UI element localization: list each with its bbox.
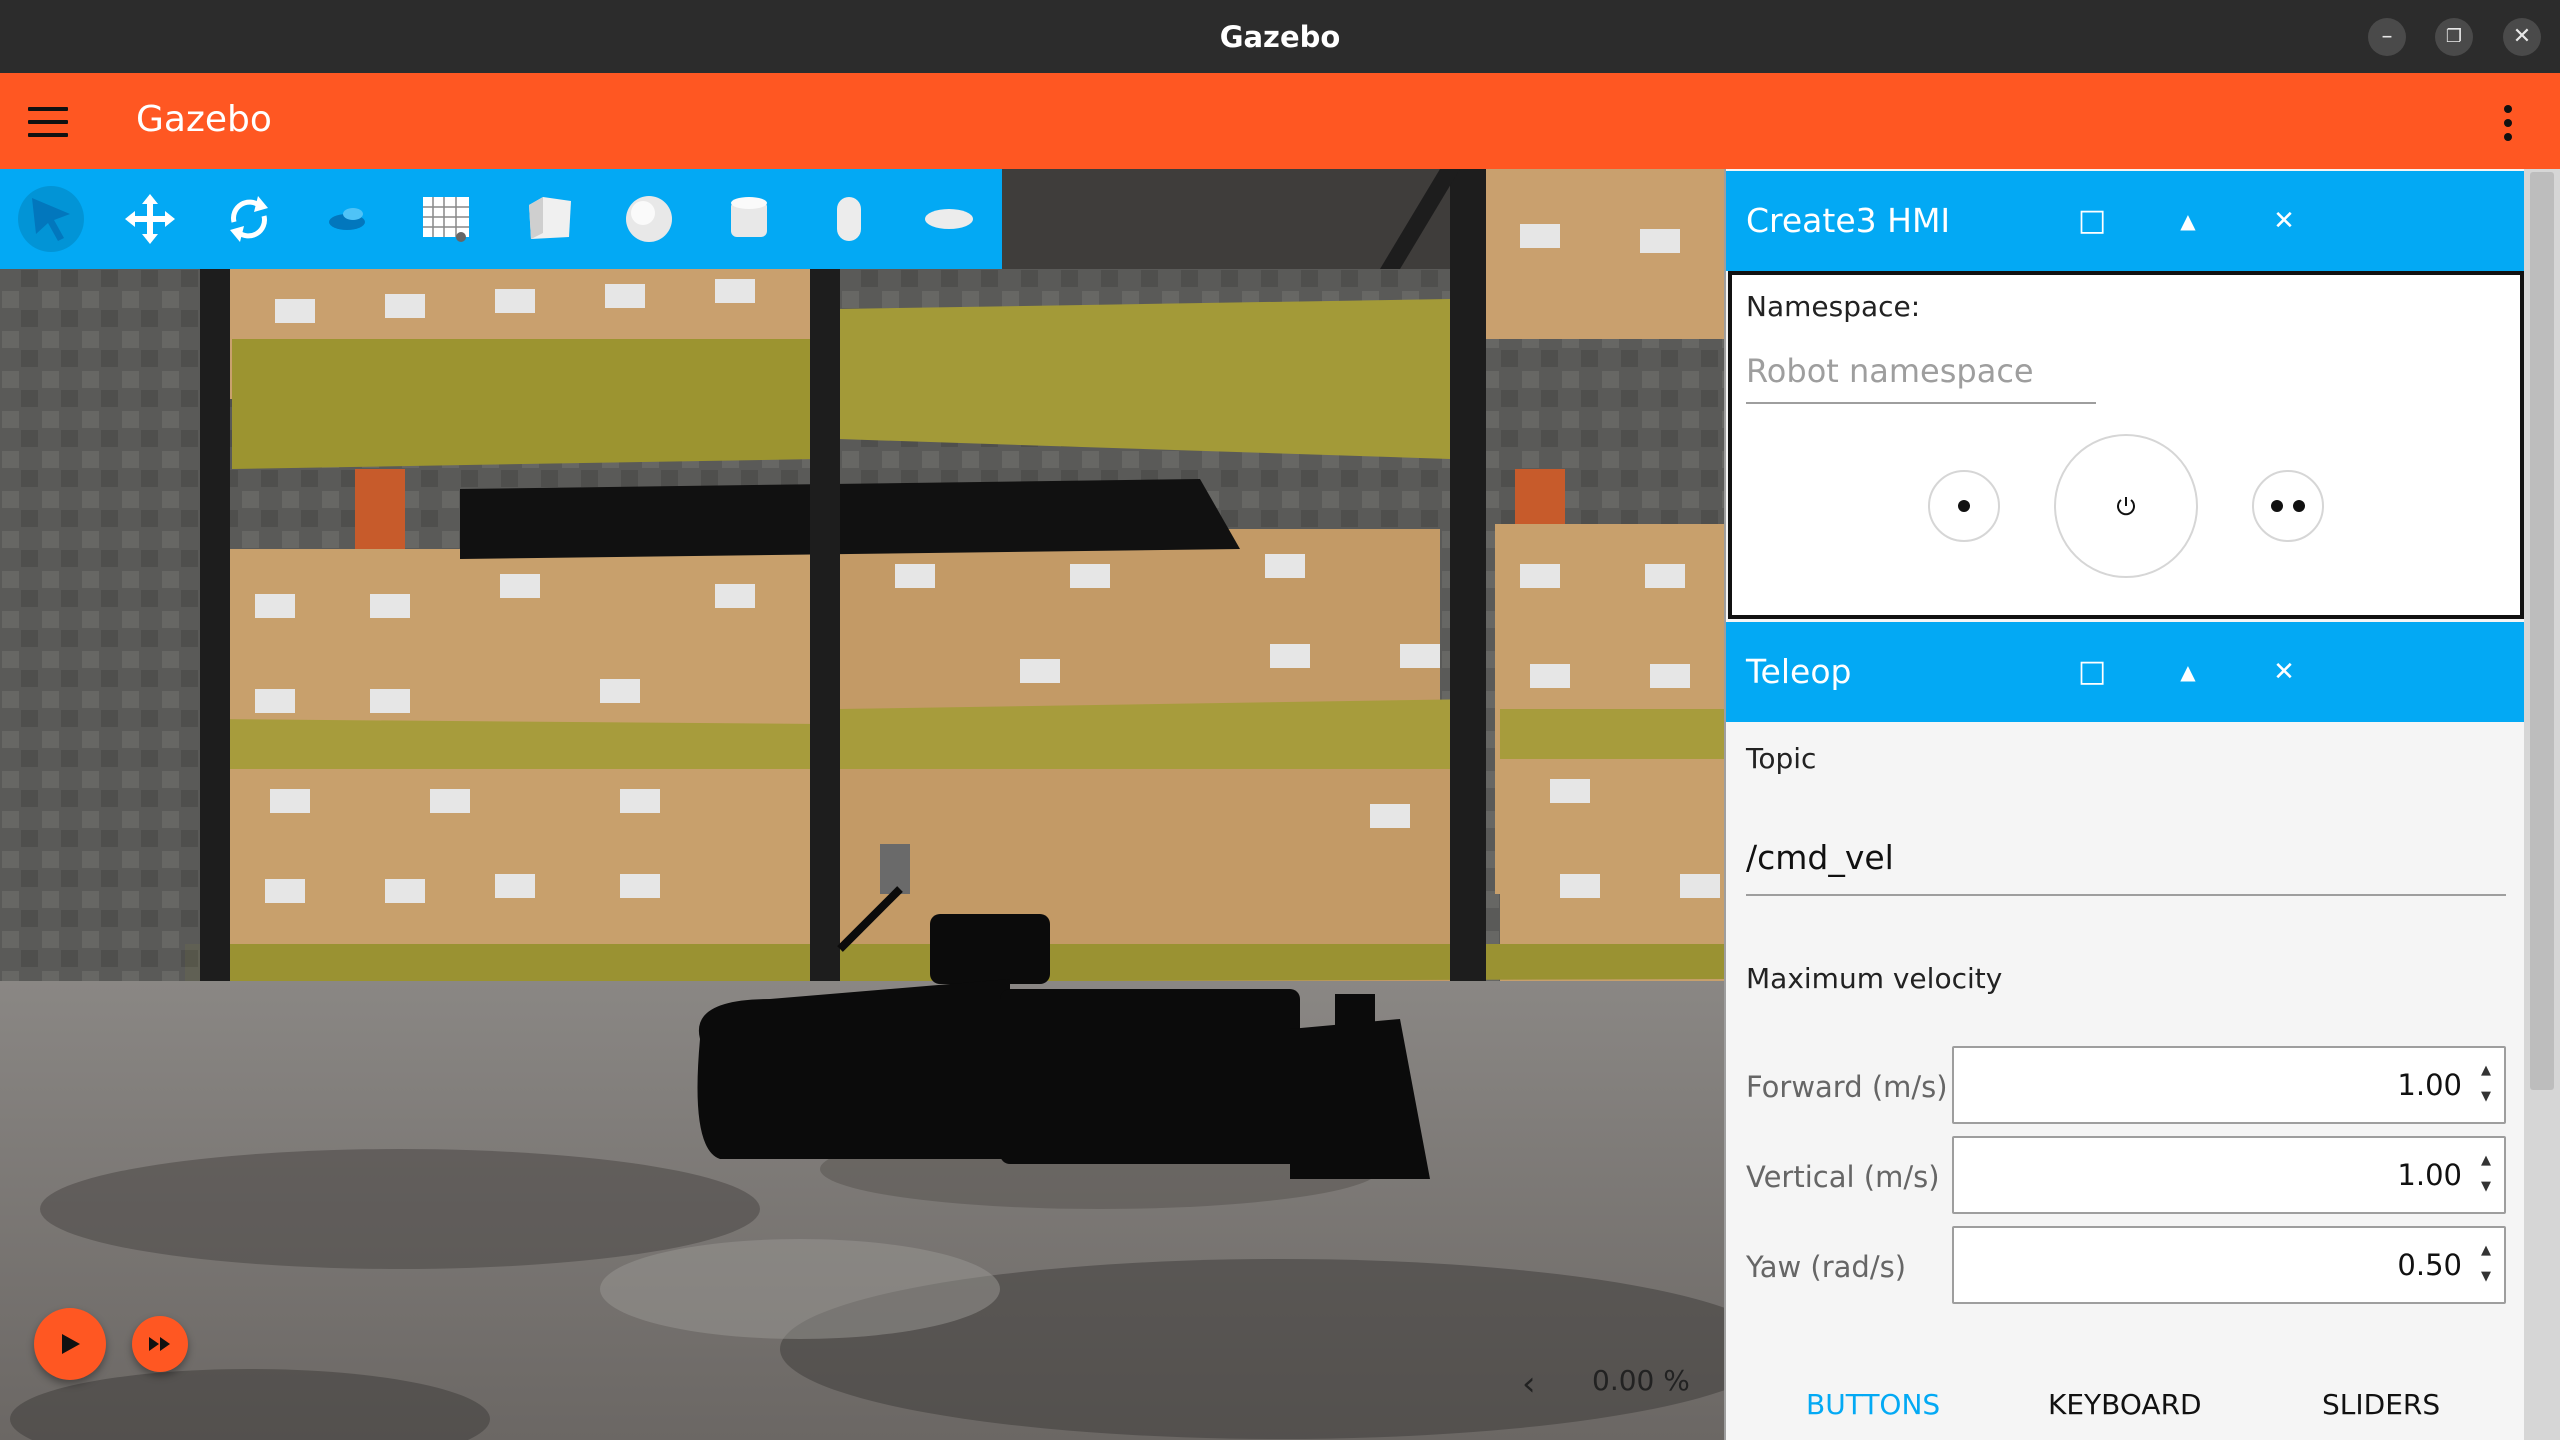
vertical-label: Vertical (m/s) xyxy=(1746,1160,1940,1194)
menu-icon[interactable] xyxy=(28,107,68,137)
transform-control-icon[interactable] xyxy=(315,186,381,252)
select-icon[interactable] xyxy=(18,186,84,252)
collapse-stats-arrow[interactable]: ‹ xyxy=(1522,1364,1536,1404)
sphere-icon[interactable] xyxy=(616,186,682,252)
play-button[interactable] xyxy=(34,1308,106,1380)
window-title: Gazebo xyxy=(1219,20,1341,54)
collapse-icon[interactable]: ▲ xyxy=(2168,652,2208,692)
close-icon[interactable]: ✕ xyxy=(2264,201,2304,241)
yaw-label: Yaw (rad/s) xyxy=(1746,1250,1907,1284)
scene-toolbar xyxy=(0,169,1002,269)
rotate-icon[interactable] xyxy=(216,186,282,252)
grid-icon[interactable] xyxy=(414,186,480,252)
plugin-title: Teleop xyxy=(1746,652,1852,691)
dot-icon xyxy=(2271,500,2283,512)
power-icon xyxy=(2117,497,2135,516)
button-1[interactable] xyxy=(1928,470,2000,542)
scene-viewport[interactable] xyxy=(0,169,1724,1440)
step-button[interactable] xyxy=(132,1316,188,1372)
undock-icon[interactable]: □ xyxy=(2072,652,2112,692)
vertical-spinbox[interactable]: 1.00 ▲ ▼ xyxy=(1952,1136,2506,1214)
undock-icon[interactable]: □ xyxy=(2072,201,2112,241)
button-2[interactable] xyxy=(2252,470,2324,542)
topic-input[interactable]: /cmd_vel xyxy=(1746,838,2506,896)
dot-icon xyxy=(2293,500,2305,512)
box-icon[interactable] xyxy=(516,186,582,252)
power-button[interactable] xyxy=(2054,434,2198,578)
close-window-button[interactable]: ✕ xyxy=(2503,18,2541,56)
plugin-title: Create3 HMI xyxy=(1746,201,1951,240)
spinbox-arrows-icon[interactable]: ▲ ▼ xyxy=(2476,1058,2496,1110)
os-titlebar: Gazebo – ❐ ✕ xyxy=(0,0,2560,73)
warehouse-scene xyxy=(0,169,1724,1440)
spinbox-arrows-icon[interactable]: ▲ ▼ xyxy=(2476,1238,2496,1290)
close-icon[interactable]: ✕ xyxy=(2264,652,2304,692)
tab-keyboard[interactable]: KEYBOARD xyxy=(2048,1388,2202,1421)
namespace-label: Namespace: xyxy=(1746,290,1921,323)
collapse-icon[interactable]: ▲ xyxy=(2168,201,2208,241)
play-icon xyxy=(62,1334,80,1354)
maximize-button[interactable]: ❐ xyxy=(2435,18,2473,56)
forward-label: Forward (m/s) xyxy=(1746,1070,1948,1104)
topic-label: Topic xyxy=(1746,742,1817,775)
teleop-header: Teleop □ ▲ ✕ xyxy=(1726,622,2524,722)
ellipsoid-icon[interactable] xyxy=(916,186,982,252)
app-title: Gazebo xyxy=(136,99,272,140)
capsule-icon[interactable] xyxy=(816,186,882,252)
dock-scrollbar-thumb[interactable] xyxy=(2530,172,2554,1090)
max-velocity-label: Maximum velocity xyxy=(1746,962,2003,995)
fast-forward-icon xyxy=(149,1337,170,1351)
app-bar: Gazebo xyxy=(0,73,2560,169)
vertical-value: 1.00 xyxy=(2397,1158,2462,1192)
forward-value: 1.00 xyxy=(2397,1068,2462,1102)
yaw-spinbox[interactable]: 0.50 ▲ ▼ xyxy=(1952,1226,2506,1304)
spinbox-arrows-icon[interactable]: ▲ ▼ xyxy=(2476,1148,2496,1200)
tab-sliders[interactable]: SLIDERS xyxy=(2322,1388,2440,1421)
single-dot-icon xyxy=(1958,500,1970,512)
create3-hmi-header: Create3 HMI □ ▲ ✕ xyxy=(1726,171,2524,271)
cylinder-icon[interactable] xyxy=(716,186,782,252)
translate-icon[interactable] xyxy=(117,186,183,252)
forward-spinbox[interactable]: 1.00 ▲ ▼ xyxy=(1952,1046,2506,1124)
real-time-factor: 0.00 % xyxy=(1592,1364,1690,1397)
namespace-input[interactable] xyxy=(1746,346,2096,404)
yaw-value: 0.50 xyxy=(2397,1248,2462,1282)
tab-buttons[interactable]: BUTTONS xyxy=(1806,1388,1940,1421)
more-options-icon[interactable] xyxy=(2504,105,2514,145)
minimize-button[interactable]: – xyxy=(2368,18,2406,56)
